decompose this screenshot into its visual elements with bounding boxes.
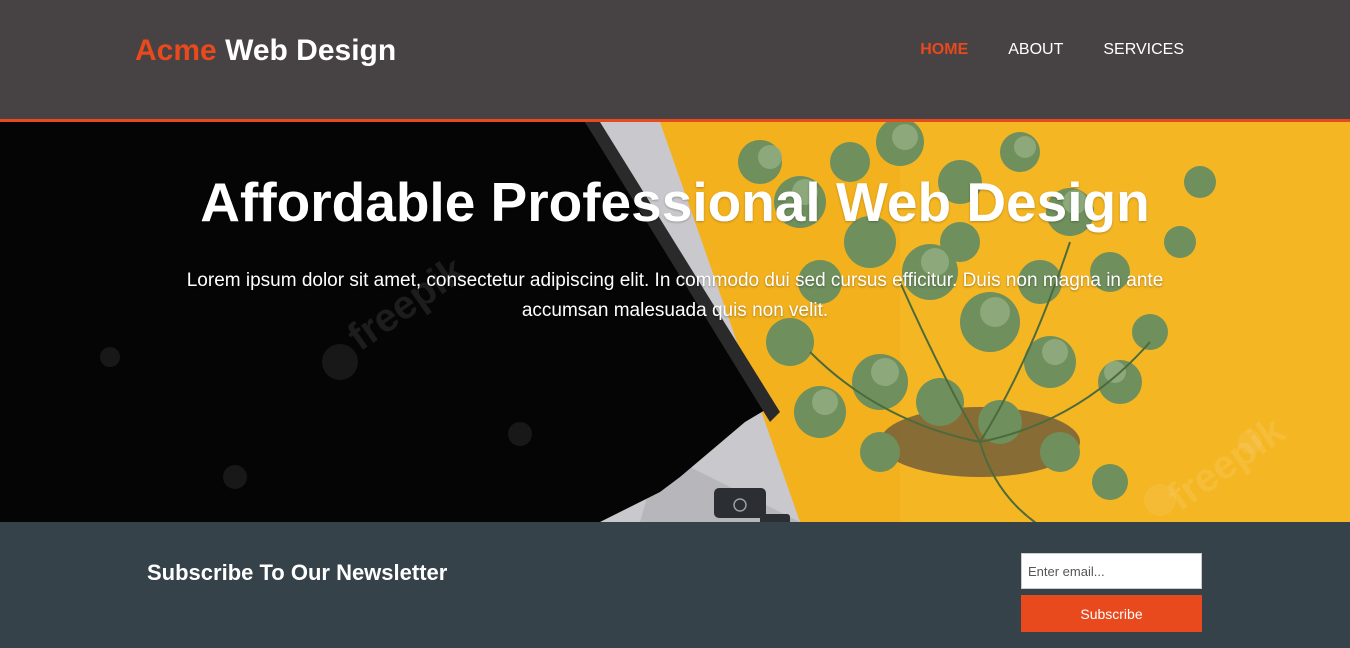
main-nav: HOME ABOUT SERVICES <box>920 40 1184 60</box>
hero-description: Lorem ipsum dolor sit amet, consectetur … <box>186 270 1164 321</box>
hero-title: Affordable Professional Web Design <box>200 171 1150 233</box>
logo-accent-text: Acme <box>135 34 217 67</box>
site-header: Acme Web Design HOME ABOUT SERVICES <box>0 0 1350 122</box>
hero-showcase: freepik freepik Affordable Professional … <box>0 122 1350 522</box>
logo-main-text: Web Design <box>225 34 397 67</box>
hero-content: Affordable Professional Web Design Lorem… <box>0 122 1350 522</box>
nav-item-about[interactable]: ABOUT <box>1008 40 1063 60</box>
newsletter-title: Subscribe To Our Newsletter <box>147 560 448 585</box>
site-logo[interactable]: Acme Web Design <box>135 33 396 69</box>
nav-item-services[interactable]: SERVICES <box>1103 40 1184 60</box>
newsletter-section: Subscribe To Our Newsletter Subscribe <box>0 522 1350 648</box>
nav-item-home[interactable]: HOME <box>920 40 968 60</box>
email-field[interactable] <box>1021 553 1202 589</box>
subscribe-button[interactable]: Subscribe <box>1021 595 1202 632</box>
